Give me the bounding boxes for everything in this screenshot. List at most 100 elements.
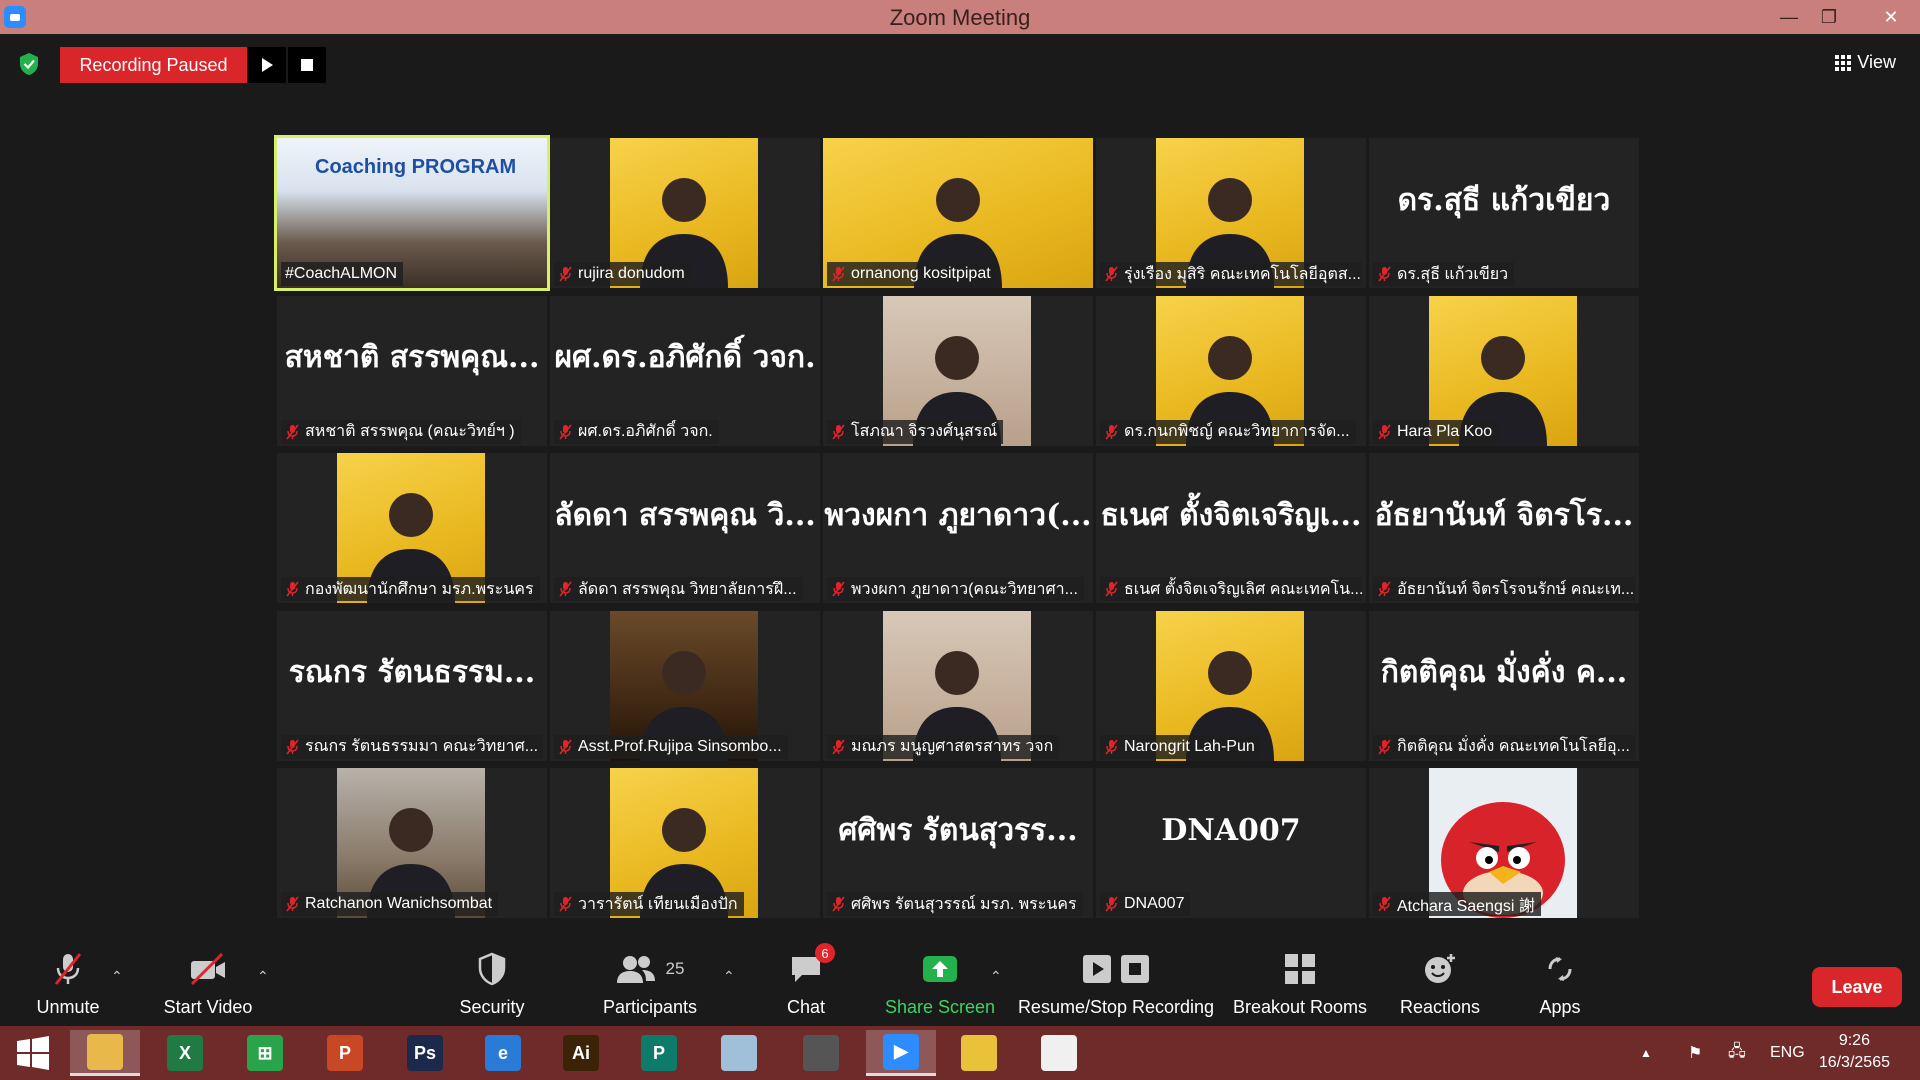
- meeting-top-bar: Recording Paused View: [0, 34, 1920, 94]
- participant-name-text: อัธยานันท์ จิตรโรจนรักษ์ คณะเท...: [1397, 580, 1635, 598]
- participant-tile[interactable]: ดร.สุธี แก้วเขียว ดร.สุธี แก้วเขียว: [1369, 138, 1639, 288]
- participant-name-label: กิตติคุณ มั่งคั่ง คณะเทคโนโลยีอุ...: [1373, 734, 1635, 759]
- breakout-rooms-icon: [1285, 954, 1315, 984]
- participant-tile[interactable]: กองพัฒนานักศึกษา มรภ.พระนคร: [277, 453, 547, 603]
- participant-tile[interactable]: ผศ.ดร.อภิศักดิ์ วจก. ผศ.ดร.อภิศักดิ์ วจก.: [550, 295, 820, 446]
- minimize-button[interactable]: —: [1769, 0, 1809, 34]
- participant-name-label: Narongrit Lah-Pun: [1100, 734, 1261, 759]
- resume-recording-button[interactable]: [248, 47, 286, 83]
- participant-tile[interactable]: DNA007 DNA007: [1096, 768, 1366, 918]
- muted-mic-icon: [832, 581, 845, 597]
- taskbar-app[interactable]: [786, 1030, 856, 1076]
- participant-tile[interactable]: วารารัตน์ เทียนเมืองปัก: [550, 768, 820, 918]
- participant-tile[interactable]: Ratchanon Wanichsombat: [277, 768, 547, 918]
- participant-tile[interactable]: พวงผกา ภูยาดาว(... พวงผกา ภูยาดาว(คณะวิทย…: [823, 453, 1093, 603]
- participant-name-label: มณภร มนูญศาสตรสาทร วจก: [827, 734, 1060, 759]
- participant-tile[interactable]: ดร.กนกพิชญ์ คณะวิทยาการจัด...: [1096, 295, 1366, 446]
- participant-tile[interactable]: rujira donudom: [550, 138, 820, 288]
- taskbar-app[interactable]: Ai: [546, 1030, 616, 1076]
- participant-name-label: Ratchanon Wanichsombat: [281, 892, 499, 916]
- participant-name-text: ผศ.ดร.อภิศักดิ์ วจก.: [578, 423, 713, 440]
- encryption-shield-icon[interactable]: [18, 52, 40, 76]
- participant-name-text: สหชาติ สรรพคุณ (คณะวิทย์ฯ ): [305, 423, 515, 440]
- audio-options-caret[interactable]: ⌃: [111, 968, 123, 985]
- chrome-icon: [961, 1035, 997, 1071]
- show-hidden-icons[interactable]: ▲: [1640, 1046, 1652, 1060]
- breakout-rooms-button[interactable]: Breakout Rooms: [1230, 940, 1370, 1026]
- view-button[interactable]: View: [1835, 52, 1896, 73]
- resume-stop-recording-button[interactable]: Resume/Stop Recording: [1014, 940, 1218, 1026]
- start-button[interactable]: [0, 1030, 66, 1076]
- leave-button[interactable]: Leave: [1812, 967, 1902, 1007]
- participant-tile[interactable]: กิตติคุณ มั่งคั่ง ค... กิตติคุณ มั่งคั่ง …: [1369, 610, 1639, 761]
- participant-tile[interactable]: Asst.Prof.Rujipa Sinsombo...: [550, 610, 820, 761]
- restore-button[interactable]: ❐: [1809, 0, 1849, 34]
- video-options-caret[interactable]: ⌃: [257, 968, 269, 985]
- excel-icon: X: [167, 1035, 203, 1071]
- participant-tile[interactable]: สหชาติ สรรพคุณ... สหชาติ สรรพคุณ (คณะวิทย…: [277, 295, 547, 446]
- taskbar-app[interactable]: e: [468, 1030, 538, 1076]
- taskbar-app[interactable]: P: [624, 1030, 694, 1076]
- participant-tile[interactable]: โสภณา จิรวงศ์นุสรณ์: [823, 295, 1093, 446]
- participant-name-label: #CoachALMON: [281, 262, 404, 286]
- taskbar-app[interactable]: X: [150, 1030, 220, 1076]
- participant-name-label: สหชาติ สรรพคุณ (คณะวิทย์ฯ ): [281, 419, 521, 444]
- video-off-icon: [190, 952, 225, 986]
- participant-name-text: ธเนศ ตั้งจิตเจริญเลิศ คณะเทคโน...: [1124, 580, 1362, 598]
- participant-tile[interactable]: ornanong kositpipat: [823, 138, 1093, 288]
- taskbar-app[interactable]: [1024, 1030, 1094, 1076]
- system-clock[interactable]: 9:26 16/3/2565: [1819, 1030, 1890, 1074]
- reactions-label: Reactions: [1399, 997, 1481, 1017]
- input-language-indicator[interactable]: ENG: [1770, 1026, 1805, 1080]
- taskbar-app[interactable]: [70, 1030, 140, 1076]
- security-button[interactable]: Security: [452, 940, 532, 1026]
- muted-mic-icon: [1378, 581, 1391, 597]
- participant-tile[interactable]: Narongrit Lah-Pun: [1096, 610, 1366, 761]
- participant-name-display: อัธยานันท์ จิตรโร...: [1374, 497, 1634, 533]
- recording-status-button[interactable]: Recording Paused: [60, 47, 247, 83]
- participant-tile[interactable]: มณภร มนูญศาสตรสาทร วจก: [823, 610, 1093, 761]
- share-options-caret[interactable]: ⌃: [990, 968, 1002, 985]
- muted-mic-icon: [1378, 739, 1391, 754]
- chat-label: Chat: [786, 997, 826, 1017]
- share-screen-label: Share Screen: [884, 997, 996, 1017]
- participant-tile[interactable]: อัธยานันท์ จิตรโร... อัธยานันท์ จิตรโรจนร…: [1369, 453, 1639, 603]
- participant-name-label: Atchara Saengsi 謝: [1373, 892, 1541, 916]
- apps-button[interactable]: Apps: [1532, 940, 1588, 1026]
- participant-tile[interactable]: รณกร รัตนธรรม... รณกร รัตนธรรมมา คณะวิทยา…: [277, 610, 547, 761]
- taskbar-app[interactable]: [944, 1030, 1014, 1076]
- participants-button[interactable]: 25 Participants: [598, 940, 702, 1026]
- muted-mic-icon: [1378, 424, 1391, 439]
- gallery-grid: Coaching PROGRAM #CoachALMON rujira donudo…: [274, 135, 1639, 918]
- start-video-button[interactable]: Start Video: [158, 940, 258, 1026]
- taskbar-app[interactable]: ▶: [866, 1030, 936, 1076]
- stop-recording-button[interactable]: [288, 47, 326, 83]
- participant-tile[interactable]: รุ่งเรือง มุสิริ คณะเทคโนโลยีอุตส...: [1096, 138, 1366, 288]
- participant-tile[interactable]: Atchara Saengsi 謝: [1369, 768, 1639, 918]
- breakout-rooms-label: Breakout Rooms: [1232, 997, 1368, 1017]
- windows-logo-icon: [17, 1036, 49, 1070]
- share-screen-button[interactable]: Share Screen: [882, 940, 998, 1026]
- participant-tile[interactable]: Coaching PROGRAM #CoachALMON: [274, 135, 550, 291]
- participant-name-label: ผศ.ดร.อภิศักดิ์ วจก.: [554, 419, 719, 444]
- participant-name-display: ลัดดา สรรพคุณ วิ...: [554, 497, 816, 533]
- taskbar-app[interactable]: P: [310, 1030, 380, 1076]
- chat-button[interactable]: 6 Chat: [776, 940, 836, 1026]
- taskbar-app-glyph: P: [652, 1042, 665, 1063]
- taskbar-app[interactable]: Ps: [390, 1030, 460, 1076]
- action-center-flag-icon[interactable]: ⚑: [1688, 1026, 1702, 1080]
- unmute-button[interactable]: Unmute: [28, 940, 108, 1026]
- close-button[interactable]: ✕: [1862, 0, 1920, 34]
- participant-name-text: rujira donudom: [578, 265, 685, 282]
- participant-tile[interactable]: Hara Pla Koo: [1369, 295, 1639, 446]
- participants-options-caret[interactable]: ⌃: [723, 968, 735, 985]
- participant-tile[interactable]: ธเนศ ตั้งจิตเจริญเ... ธเนศ ตั้งจิตเจริญเล…: [1096, 453, 1366, 603]
- taskbar-app[interactable]: [704, 1030, 774, 1076]
- participant-name-text: DNA007: [1124, 895, 1185, 912]
- taskbar-app[interactable]: ⊞: [230, 1030, 300, 1076]
- participant-name-label: พวงผกา ภูยาดาว(คณะวิทยาศา...: [827, 577, 1084, 601]
- network-icon[interactable]: 🖧: [1728, 1026, 1746, 1080]
- participant-tile[interactable]: ศศิพร รัตนสุวรร... ศศิพร รัตนสุวรรณ์ มรภ.…: [823, 768, 1093, 918]
- reactions-button[interactable]: Reactions: [1398, 940, 1482, 1026]
- participant-tile[interactable]: ลัดดา สรรพคุณ วิ... ลัดดา สรรพคุณ วิทยาลั…: [550, 453, 820, 603]
